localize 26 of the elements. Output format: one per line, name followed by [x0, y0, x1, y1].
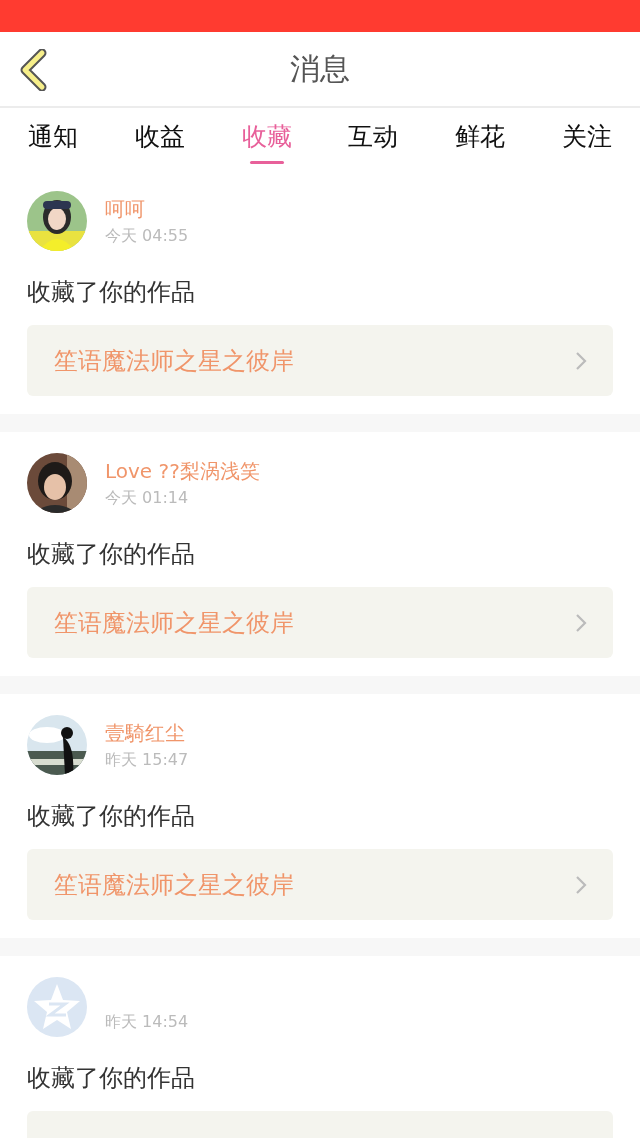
tab[interactable]: 通知: [0, 108, 107, 164]
chevron-right-icon: [575, 874, 587, 895]
default-avatar-icon: [27, 977, 87, 1037]
tab[interactable]: 互动: [320, 108, 427, 164]
user-name[interactable]: 呵呵: [105, 195, 189, 222]
user-name[interactable]: 壹騎红尘: [105, 719, 189, 746]
tab[interactable]: 关注: [533, 108, 640, 164]
tab[interactable]: 收藏: [213, 108, 320, 164]
chevron-right-icon: [575, 350, 587, 371]
work-link[interactable]: 笙语魔法师之星之彼岸: [27, 849, 613, 920]
message-text: 收藏了你的作品: [27, 539, 196, 570]
chevron-right-icon: [575, 612, 587, 633]
message-text: 收藏了你的作品: [27, 277, 196, 308]
message-text: 收藏了你的作品: [27, 801, 196, 832]
work-link[interactable]: 笙语魔法师之星之彼岸: [27, 325, 613, 396]
user-name[interactable]: Love ??梨涡浅笑: [105, 457, 260, 484]
timestamp: 今天 01:14: [105, 487, 190, 509]
tab[interactable]: 鲜花: [426, 108, 534, 164]
back-icon[interactable]: [18, 49, 48, 91]
page-title: 消息: [290, 49, 350, 88]
timestamp: 昨天 15:47: [105, 749, 189, 771]
message-text: 收藏了你的作品: [27, 1063, 196, 1094]
tab[interactable]: 收益: [106, 108, 214, 164]
timestamp: 昨天 14:54: [105, 1011, 189, 1033]
timestamp: 今天 04:55: [105, 225, 189, 247]
work-link[interactable]: 笙语魔法师之星之彼岸: [27, 587, 613, 658]
